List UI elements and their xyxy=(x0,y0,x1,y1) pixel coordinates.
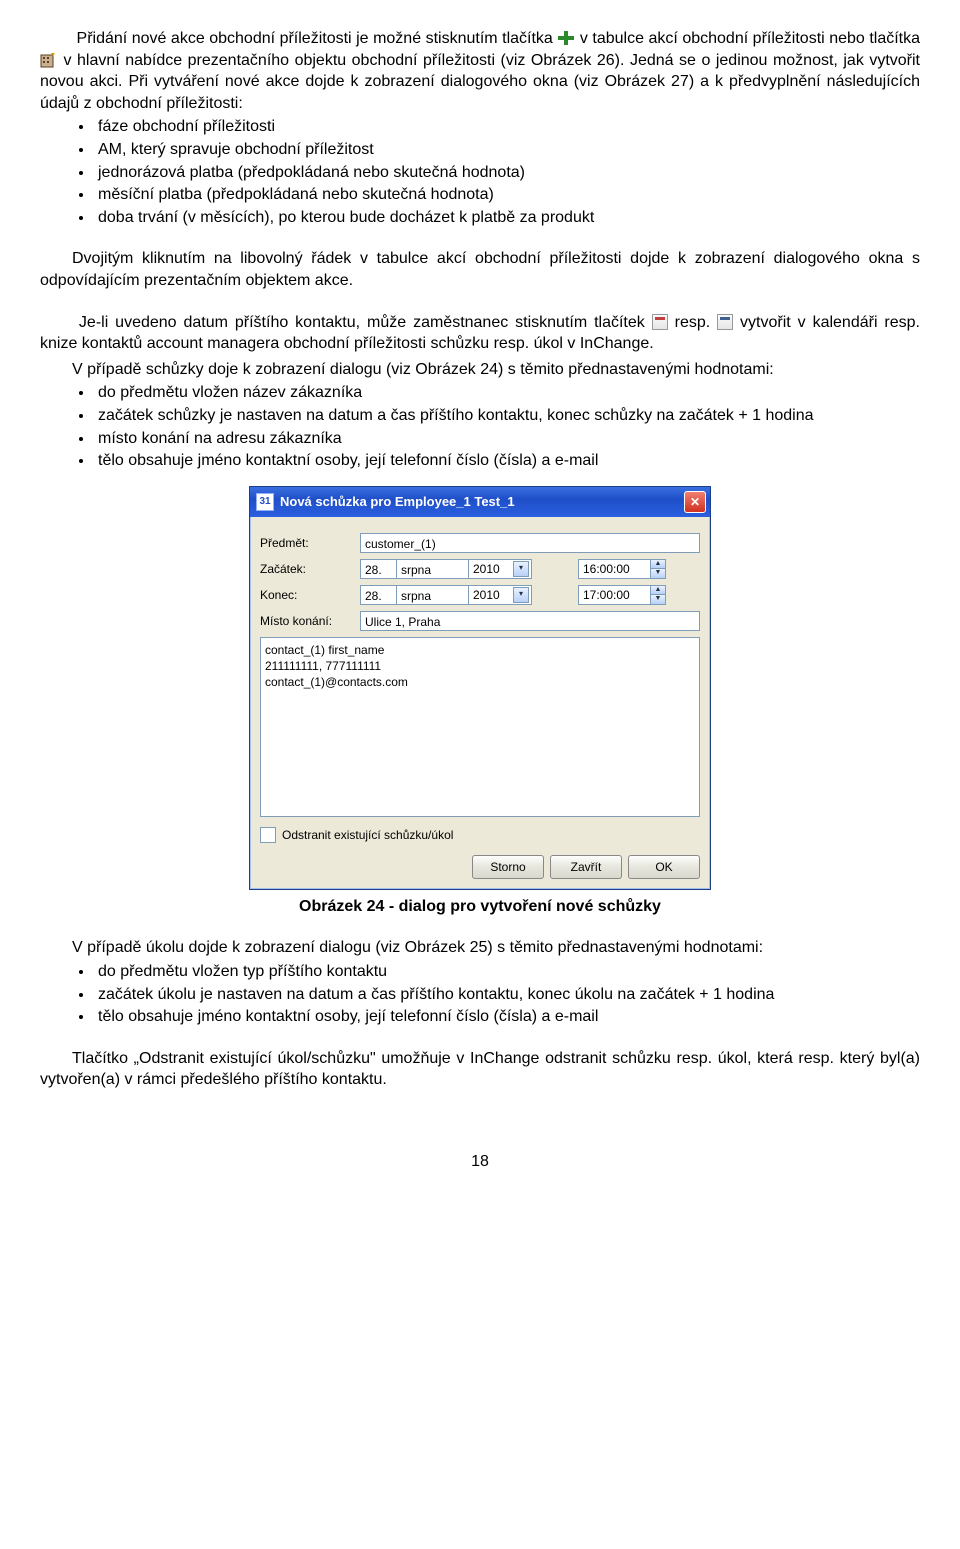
end-time-spinner[interactable]: ▲▼ xyxy=(650,586,665,604)
list-item: fáze obchodní příležitosti xyxy=(94,116,920,138)
paragraph-4: V případě schůzky doje k zobrazení dialo… xyxy=(40,359,920,381)
ok-button[interactable]: OK xyxy=(628,855,700,879)
start-time-input[interactable]: 16:00:00 ▲▼ xyxy=(578,559,666,579)
dialog-title: Nová schůzka pro Employee_1 Test_1 xyxy=(280,493,684,511)
start-year-value: 2010 xyxy=(473,561,500,577)
list-item: tělo obsahuje jméno kontaktní osoby, jej… xyxy=(94,450,920,472)
list-2: do předmětu vložen název zákazníka začát… xyxy=(40,382,920,471)
list-item: tělo obsahuje jméno kontaktní osoby, jej… xyxy=(94,1006,920,1028)
paragraph-3: Je-li uvedeno datum příštího kontaktu, m… xyxy=(40,312,920,355)
list-item: do předmětu vložen typ příštího kontaktu xyxy=(94,961,920,983)
end-time-value: 17:00:00 xyxy=(583,587,650,603)
remove-existing-checkbox[interactable] xyxy=(260,827,276,843)
paragraph-1: Přidání nové akce obchodní příležitosti … xyxy=(40,28,920,114)
figure-caption: Obrázek 24 - dialog pro vytvoření nové s… xyxy=(40,896,920,918)
end-year-select[interactable]: 2010 ▾ xyxy=(468,585,532,605)
list-item: začátek úkolu je nastaven na datum a čas… xyxy=(94,984,920,1006)
p1-c: v hlavní nabídce prezentačního objektu o… xyxy=(40,52,920,112)
start-time-spinner[interactable]: ▲▼ xyxy=(650,560,665,578)
start-time-value: 16:00:00 xyxy=(583,561,650,577)
p3-a: Je-li uvedeno datum příštího kontaktu, m… xyxy=(79,314,652,331)
list-item: místo konání na adresu zákazníka xyxy=(94,428,920,450)
dialog-titlebar[interactable]: 31 Nová schůzka pro Employee_1 Test_1 ✕ xyxy=(250,487,710,517)
end-year-value: 2010 xyxy=(473,587,500,603)
list-item: začátek schůzky je nastaven na datum a č… xyxy=(94,405,920,427)
list-item: do předmětu vložen název zákazníka xyxy=(94,382,920,404)
list-item: doba trvání (v měsících), po kterou bude… xyxy=(94,207,920,229)
start-day-input[interactable]: 28. xyxy=(360,559,396,579)
plus-icon xyxy=(557,30,575,46)
start-month-input[interactable]: srpna xyxy=(396,559,468,579)
paragraph-5: V případě úkolu dojde k zobrazení dialog… xyxy=(40,937,920,959)
body-textarea[interactable]: contact_(1) first_name 211111111, 777111… xyxy=(260,637,700,817)
new-meeting-dialog: 31 Nová schůzka pro Employee_1 Test_1 ✕ … xyxy=(249,486,711,890)
paragraph-2: Dvojitým kliknutím na libovolný řádek v … xyxy=(40,248,920,291)
list-item: jednorázová platba (předpokládaná nebo s… xyxy=(94,162,920,184)
end-day-input[interactable]: 28. xyxy=(360,585,396,605)
list-item: měsíční platba (předpokládaná nebo skute… xyxy=(94,184,920,206)
calendar-icon xyxy=(652,314,668,330)
p1-b: v tabulce akcí obchodní příležitosti neb… xyxy=(580,30,920,47)
place-label: Místo konání: xyxy=(260,613,360,629)
start-year-select[interactable]: 2010 ▾ xyxy=(468,559,532,579)
place-input[interactable]: Ulice 1, Praha xyxy=(360,611,700,631)
subject-label: Předmět: xyxy=(260,535,360,551)
dialog-body: Předmět: customer_(1) Začátek: 28. srpna… xyxy=(250,517,710,889)
end-time-input[interactable]: 17:00:00 ▲▼ xyxy=(578,585,666,605)
p3-b: resp. xyxy=(675,314,718,331)
close-icon[interactable]: ✕ xyxy=(684,491,706,513)
calendar-app-icon: 31 xyxy=(256,493,274,511)
new-action-icon xyxy=(40,52,58,68)
chevron-down-icon[interactable]: ▾ xyxy=(513,561,529,577)
p1-a: Přidání nové akce obchodní příležitosti … xyxy=(77,30,558,47)
task-icon xyxy=(717,314,733,330)
chevron-down-icon[interactable]: ▾ xyxy=(513,587,529,603)
paragraph-6: Tlačítko „Odstranit existující úkol/schů… xyxy=(40,1048,920,1091)
close-button[interactable]: Zavřít xyxy=(550,855,622,879)
start-label: Začátek: xyxy=(260,561,360,577)
remove-existing-label: Odstranit existující schůzku/úkol xyxy=(282,827,453,843)
storno-button[interactable]: Storno xyxy=(472,855,544,879)
end-month-input[interactable]: srpna xyxy=(396,585,468,605)
list-item: AM, který spravuje obchodní příležitost xyxy=(94,139,920,161)
subject-input[interactable]: customer_(1) xyxy=(360,533,700,553)
end-label: Konec: xyxy=(260,587,360,603)
list-1: fáze obchodní příležitosti AM, který spr… xyxy=(40,116,920,228)
list-3: do předmětu vložen typ příštího kontaktu… xyxy=(40,961,920,1028)
page-number: 18 xyxy=(40,1151,920,1173)
